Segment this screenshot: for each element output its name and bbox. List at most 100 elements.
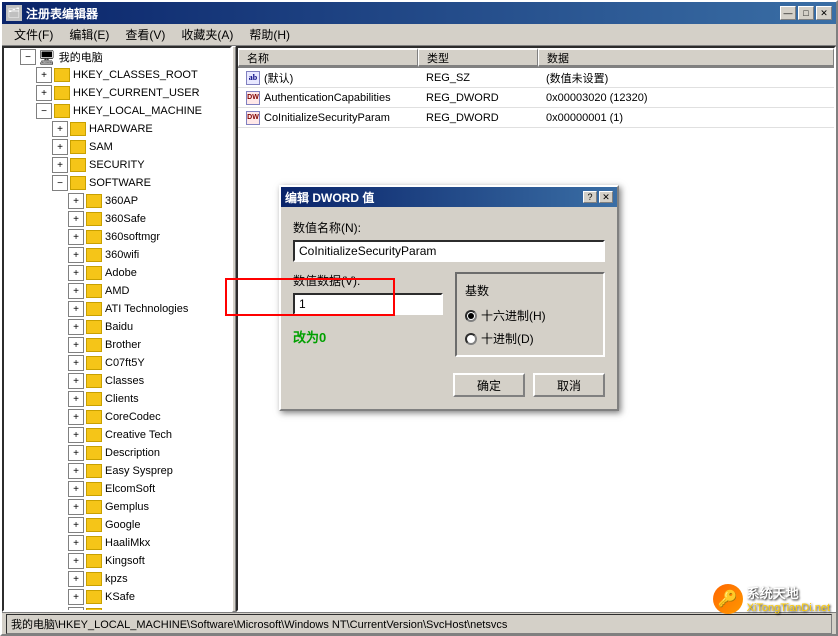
tree-node-description[interactable]: + Description	[4, 444, 230, 462]
radio-hex-item[interactable]: 十六进制(H)	[465, 307, 595, 324]
field-name-input[interactable]	[293, 240, 605, 262]
tree-node-mycomputer[interactable]: − 🖥 我的电脑	[4, 48, 230, 66]
folder-icon	[86, 392, 102, 406]
tree-node-c07ft5y[interactable]: + C07ft5Y	[4, 354, 230, 372]
expander[interactable]: +	[68, 283, 84, 299]
folder-icon	[86, 428, 102, 442]
expander[interactable]: +	[68, 499, 84, 515]
header-type[interactable]: 类型	[418, 48, 538, 67]
tree-node-creative-tech[interactable]: + Creative Tech	[4, 426, 230, 444]
radio-dec-circle[interactable]	[465, 333, 477, 345]
tree-node-hardware[interactable]: + HARDWARE	[4, 120, 230, 138]
expander[interactable]: +	[68, 391, 84, 407]
tree-node-corecodec[interactable]: + CoreCodec	[4, 408, 230, 426]
tree-node-classes-root[interactable]: + HKEY_CLASSES_ROOT	[4, 66, 230, 84]
expander[interactable]: +	[52, 121, 68, 137]
expander[interactable]: +	[68, 193, 84, 209]
header-data[interactable]: 数据	[538, 48, 834, 67]
tree-node-haalimkx[interactable]: + HaaliMkx	[4, 534, 230, 552]
expander[interactable]: +	[68, 535, 84, 551]
cancel-button[interactable]: 取消	[533, 373, 605, 397]
tree-node-ati[interactable]: + ATI Technologies	[4, 300, 230, 318]
menu-file[interactable]: 文件(F)	[6, 24, 61, 45]
tree-node-amd[interactable]: + AMD	[4, 282, 230, 300]
expander[interactable]: +	[52, 139, 68, 155]
tree-node-kingsoft[interactable]: + Kingsoft	[4, 552, 230, 570]
expander[interactable]: +	[68, 445, 84, 461]
tree-node-baidu[interactable]: + Baidu	[4, 318, 230, 336]
tree-node-local-machine[interactable]: − HKEY_LOCAL_MACHINE	[4, 102, 230, 120]
radio-hex-circle[interactable]	[465, 310, 477, 322]
expander[interactable]: +	[68, 265, 84, 281]
tree-node-google[interactable]: + Google	[4, 516, 230, 534]
expander[interactable]: −	[52, 175, 68, 191]
field-data-input[interactable]	[293, 293, 443, 315]
expander[interactable]: −	[36, 103, 52, 119]
radio-dec-item[interactable]: 十进制(D)	[465, 330, 595, 347]
list-item[interactable]: DW AuthenticationCapabilities REG_DWORD …	[238, 88, 834, 108]
window-title: 注册表编辑器	[26, 5, 98, 22]
tree-node-brother[interactable]: + Brother	[4, 336, 230, 354]
expander[interactable]: +	[68, 607, 84, 612]
ok-button[interactable]: 确定	[453, 373, 525, 397]
expander[interactable]: +	[68, 571, 84, 587]
menu-favorites[interactable]: 收藏夹(A)	[173, 24, 241, 45]
expander[interactable]: +	[68, 373, 84, 389]
expander[interactable]: +	[36, 85, 52, 101]
expander-mycomputer[interactable]: −	[20, 49, 36, 65]
tree-node-security[interactable]: + SECURITY	[4, 156, 230, 174]
tree-node-sam[interactable]: + SAM	[4, 138, 230, 156]
dialog-help-button[interactable]: ?	[583, 191, 597, 203]
edit-dword-dialog: 编辑 DWORD 值 ? ✕ 数值名称(N): 数值数据(V): 改为0 基数	[279, 185, 619, 411]
tree-node-current-user[interactable]: + HKEY_CURRENT_USER	[4, 84, 230, 102]
maximize-button[interactable]: □	[798, 6, 814, 20]
tree-node-360ap[interactable]: + 360AP	[4, 192, 230, 210]
tree-node-kugou8[interactable]: + kugou8	[4, 606, 230, 612]
expander[interactable]: +	[36, 67, 52, 83]
expander[interactable]: +	[68, 337, 84, 353]
tree-node-classes[interactable]: + Classes	[4, 372, 230, 390]
expander[interactable]: +	[68, 427, 84, 443]
tree-node-elcomsoft[interactable]: + ElcomSoft	[4, 480, 230, 498]
expander[interactable]: +	[68, 247, 84, 263]
tree-node-adobe[interactable]: + Adobe	[4, 264, 230, 282]
tree-node-360safe[interactable]: + 360Safe	[4, 210, 230, 228]
expander[interactable]: +	[68, 301, 84, 317]
expander[interactable]: +	[68, 517, 84, 533]
header-name[interactable]: 名称	[238, 48, 418, 67]
expander[interactable]: +	[68, 409, 84, 425]
base-label: 基数	[465, 282, 595, 299]
tree-node-360softmgr[interactable]: + 360softmgr	[4, 228, 230, 246]
menu-help[interactable]: 帮助(H)	[241, 24, 298, 45]
list-item[interactable]: DW CoInitializeSecurityParam REG_DWORD 0…	[238, 108, 834, 128]
expander[interactable]: +	[68, 589, 84, 605]
expander[interactable]: +	[68, 481, 84, 497]
expander[interactable]: +	[68, 211, 84, 227]
expander[interactable]: +	[68, 553, 84, 569]
tree-label: HKEY_CLASSES_ROOT	[73, 69, 198, 81]
tree-node-clients[interactable]: + Clients	[4, 390, 230, 408]
minimize-button[interactable]: —	[780, 6, 796, 20]
close-button[interactable]: ✕	[816, 6, 832, 20]
list-item[interactable]: ab (默认) REG_SZ (数值未设置)	[238, 68, 834, 88]
watermark-text: 系统天地 XiTongTianDi.net	[747, 583, 830, 614]
registry-tree[interactable]: − 🖥 我的电脑 + HKEY_CLASSES_ROOT + HKEY_CURR…	[2, 46, 232, 612]
tree-node-ksafe[interactable]: + KSafe	[4, 588, 230, 606]
expander[interactable]: +	[68, 319, 84, 335]
menu-view[interactable]: 查看(V)	[117, 24, 173, 45]
tree-node-easy-sysprep[interactable]: + Easy Sysprep	[4, 462, 230, 480]
expander[interactable]: +	[68, 355, 84, 371]
dialog-close-button[interactable]: ✕	[599, 191, 613, 203]
folder-icon	[86, 266, 102, 280]
status-bar: 我的电脑\HKEY_LOCAL_MACHINE\Software\Microso…	[2, 612, 836, 634]
tree-node-gemplus[interactable]: + Gemplus	[4, 498, 230, 516]
expander[interactable]: +	[52, 157, 68, 173]
tree-node-software[interactable]: − SOFTWARE	[4, 174, 230, 192]
menu-edit[interactable]: 编辑(E)	[61, 24, 117, 45]
expander[interactable]: +	[68, 229, 84, 245]
tree-node-360wifi[interactable]: + 360wifi	[4, 246, 230, 264]
expander[interactable]: +	[68, 463, 84, 479]
field-name-label: 数值名称(N):	[293, 219, 605, 236]
tree-node-kpzs[interactable]: + kpzs	[4, 570, 230, 588]
cell-name: ab (默认)	[238, 68, 418, 88]
